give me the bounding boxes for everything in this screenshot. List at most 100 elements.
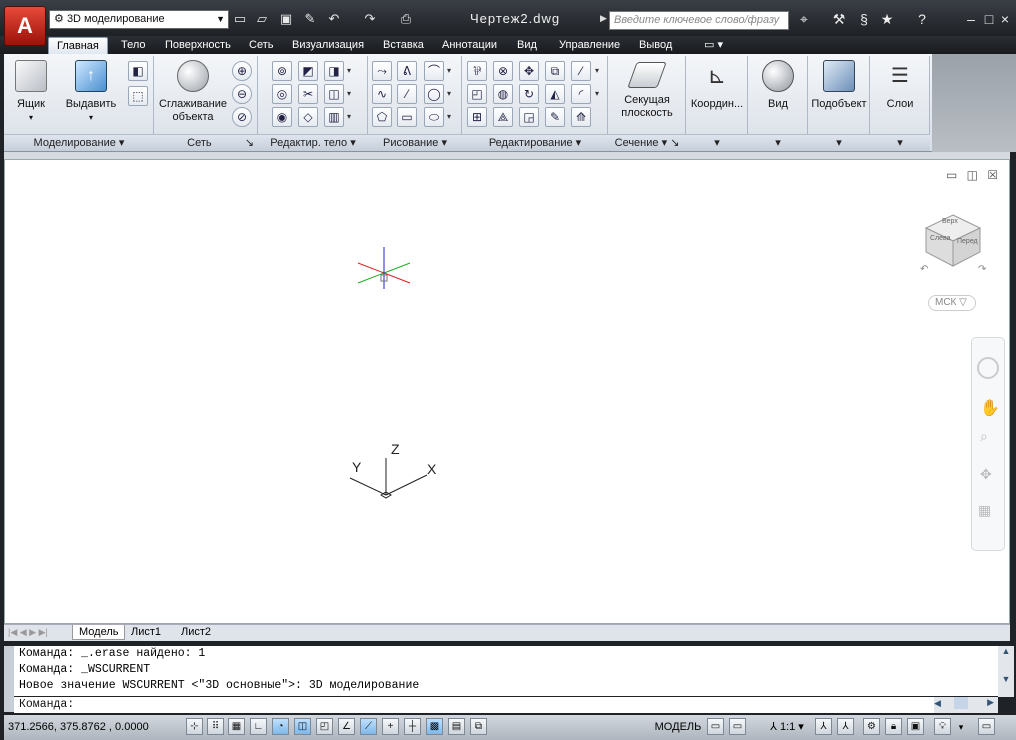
annotation-visibility-icon[interactable]: ⅄: [815, 718, 832, 735]
layout-nav-arrows[interactable]: |◀ ◀ ▶ ▶|: [8, 625, 48, 640]
infer-constraints-icon[interactable]: ⊹: [186, 718, 203, 735]
rotate-left-icon[interactable]: ↶: [920, 264, 928, 275]
application-menu-button[interactable]: A: [4, 6, 46, 46]
tab-manage[interactable]: Управление: [557, 37, 622, 55]
3d-array-icon[interactable]: ⊞: [467, 107, 487, 127]
drawing-viewport[interactable]: [4, 159, 1010, 624]
transparency-icon[interactable]: ▩: [426, 718, 443, 735]
ellipse-icon[interactable]: ⬭: [424, 107, 444, 127]
layers-button[interactable]: ☰ Слои: [872, 60, 928, 111]
ribbon-display-toggle[interactable]: ▭ ▾: [702, 37, 725, 55]
chevron-down-icon[interactable]: ▾: [347, 61, 351, 81]
favorites-star-icon[interactable]: ★: [878, 10, 896, 28]
undo-icon[interactable]: ↶: [326, 11, 342, 27]
tab-view[interactable]: Вид: [515, 37, 539, 55]
tab-render[interactable]: Визуализация: [290, 37, 366, 55]
3d-polyline-icon[interactable]: ∿: [372, 84, 392, 104]
polyline-icon[interactable]: ⤳: [372, 61, 392, 81]
erase-icon[interactable]: ✎: [545, 107, 565, 127]
command-input[interactable]: Команда:: [14, 697, 934, 713]
workspace-switching-icon[interactable]: ⚙: [863, 718, 880, 735]
model-space-toggle[interactable]: МОДЕЛЬ: [652, 718, 704, 736]
scroll-thumb[interactable]: [953, 697, 968, 710]
polar-tracking-icon[interactable]: ◔: [272, 718, 289, 735]
spline-icon[interactable]: ᕕ: [397, 61, 417, 81]
tab-solid[interactable]: Тело: [119, 37, 148, 55]
scroll-up-icon[interactable]: ▲: [998, 646, 1014, 656]
pan-hand-icon[interactable]: ✋: [980, 398, 1000, 418]
tab-sheet1[interactable]: Лист1: [131, 625, 161, 640]
quick-properties-icon[interactable]: ▤: [448, 718, 465, 735]
3d-move-icon[interactable]: ⊗: [493, 61, 513, 81]
workspace-dropdown[interactable]: ⚙ 3D моделирование ▼: [49, 10, 229, 29]
steering-wheel-icon[interactable]: [977, 357, 999, 379]
rectangle-icon[interactable]: ▭: [397, 107, 417, 127]
redo-icon[interactable]: ↷: [362, 11, 378, 27]
selection-cycling-icon[interactable]: ⧉: [470, 718, 487, 735]
subobject-expand[interactable]: ▾: [808, 134, 870, 151]
smooth-object-button[interactable]: Сглаживание объекта: [158, 60, 228, 124]
chevron-down-icon[interactable]: ▾: [347, 107, 351, 127]
command-grip[interactable]: [4, 646, 14, 712]
panel-solid-edit-footer[interactable]: Редактир. тело ▾: [258, 134, 368, 151]
panel-modeling-footer[interactable]: Моделирование ▾: [4, 134, 154, 151]
scroll-down-icon[interactable]: ▼: [998, 674, 1014, 684]
viewport-window-controls[interactable]: ▭ ◫ ☒: [946, 168, 1001, 182]
chevron-down-icon[interactable]: ▾: [595, 61, 599, 81]
ortho-icon[interactable]: ∟: [250, 718, 267, 735]
rotate-icon[interactable]: ↻: [519, 84, 539, 104]
binoculars-icon[interactable]: ⌖: [795, 10, 813, 28]
extrude-button[interactable]: ↑ Выдавить ▾: [62, 60, 120, 124]
chevron-down-icon[interactable]: ▾: [447, 107, 451, 127]
quick-view-layouts-icon[interactable]: ▭: [707, 718, 724, 735]
subtract-icon[interactable]: ◎: [272, 84, 292, 104]
slice-icon[interactable]: ✂: [298, 84, 318, 104]
imprint-icon[interactable]: ◫: [324, 84, 344, 104]
panel-mesh-footer[interactable]: Сеть ↘: [154, 134, 258, 151]
new-file-icon[interactable]: ▭: [232, 11, 248, 27]
trim-icon[interactable]: ⅌: [467, 61, 487, 81]
tab-insert[interactable]: Вставка: [381, 37, 426, 55]
tab-output[interactable]: Вывод: [637, 37, 674, 55]
tab-model[interactable]: Модель: [72, 625, 126, 640]
line-icon[interactable]: ⁄: [397, 84, 417, 104]
zoom-icon[interactable]: ⌕: [980, 428, 988, 445]
scale-icon[interactable]: ◲: [519, 107, 539, 127]
command-hscrollbar[interactable]: ◀ ▶: [934, 697, 998, 713]
exchange-icon[interactable]: §: [855, 10, 873, 28]
open-folder-icon[interactable]: ▱: [254, 11, 270, 27]
box-button[interactable]: Ящик ▾: [10, 60, 52, 124]
panel-modify-footer[interactable]: Редактирование ▾: [462, 134, 608, 151]
minimize-button[interactable]: –: [962, 10, 980, 28]
object-snap-tracking-icon[interactable]: ∠: [338, 718, 355, 735]
dynamic-ucs-icon[interactable]: ⟋: [360, 718, 377, 735]
intersect-icon[interactable]: ◉: [272, 107, 292, 127]
coords-expand[interactable]: ▾: [686, 134, 748, 151]
extrude-faces-icon[interactable]: ◨: [324, 61, 344, 81]
offset-icon[interactable]: ◰: [467, 84, 487, 104]
chevron-down-icon[interactable]: ▾: [447, 61, 451, 81]
coordinates-button[interactable]: ⊾ Координ...: [688, 60, 746, 111]
showmotion-icon[interactable]: ▦: [978, 502, 991, 519]
polysolid-icon[interactable]: ◧: [128, 61, 148, 81]
view-expand[interactable]: ▾: [748, 134, 808, 151]
dynamic-input-icon[interactable]: +: [382, 718, 399, 735]
mirror-icon[interactable]: ◭: [545, 84, 565, 104]
lock-ui-icon[interactable]: 🔒︎: [885, 718, 902, 735]
circle-icon[interactable]: ◯: [424, 84, 444, 104]
save-as-icon[interactable]: ✎: [302, 11, 318, 27]
tab-mesh[interactable]: Сеть: [247, 37, 275, 55]
chevron-down-icon[interactable]: ▾: [347, 84, 351, 104]
scroll-left-icon[interactable]: ◀: [934, 698, 941, 708]
rotate-right-icon[interactable]: ↷: [978, 264, 986, 275]
help-icon[interactable]: ?: [913, 10, 931, 28]
scroll-right-icon[interactable]: ▶: [987, 697, 994, 708]
ucs-menu[interactable]: МСК ▽: [928, 295, 976, 311]
polygon-icon[interactable]: ⬠: [372, 107, 392, 127]
3d-align-icon[interactable]: ⟁: [493, 107, 513, 127]
close-button[interactable]: ×: [996, 10, 1014, 28]
search-expand-icon[interactable]: ▶: [600, 13, 607, 24]
separate-icon[interactable]: ▥: [324, 107, 344, 127]
tab-annotate[interactable]: Аннотации: [440, 37, 499, 55]
tab-home[interactable]: Главная: [48, 37, 108, 55]
